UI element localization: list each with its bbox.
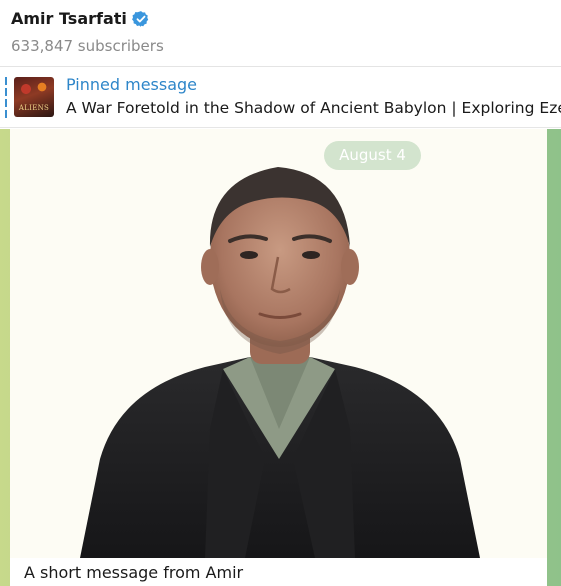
channel-title-row[interactable]: Amir Tsarfati <box>11 9 150 28</box>
pinned-thumbnail: ALIENS <box>14 77 54 117</box>
pinned-thumbnail-text: ALIENS <box>18 104 50 112</box>
portrait-photo <box>80 167 480 558</box>
pinned-text: A War Foretold in the Shadow of Ancient … <box>66 99 561 117</box>
message-photo[interactable] <box>10 129 547 558</box>
pinned-message-bar[interactable]: ALIENS Pinned message A War Foretold in … <box>0 68 561 128</box>
message-caption: A short message from Amir <box>24 563 244 582</box>
date-badge: August 4 <box>324 141 421 170</box>
verified-badge-icon <box>131 10 149 27</box>
channel-header[interactable]: Amir Tsarfati 633,847 subscribers <box>0 0 561 67</box>
message-caption-box: A short message from Amir <box>10 558 547 586</box>
pinned-indicator <box>5 77 7 119</box>
subscriber-count: 633,847 subscribers <box>11 37 164 55</box>
channel-title[interactable]: Amir Tsarfati <box>11 9 127 28</box>
pinned-label: Pinned message <box>66 75 198 94</box>
